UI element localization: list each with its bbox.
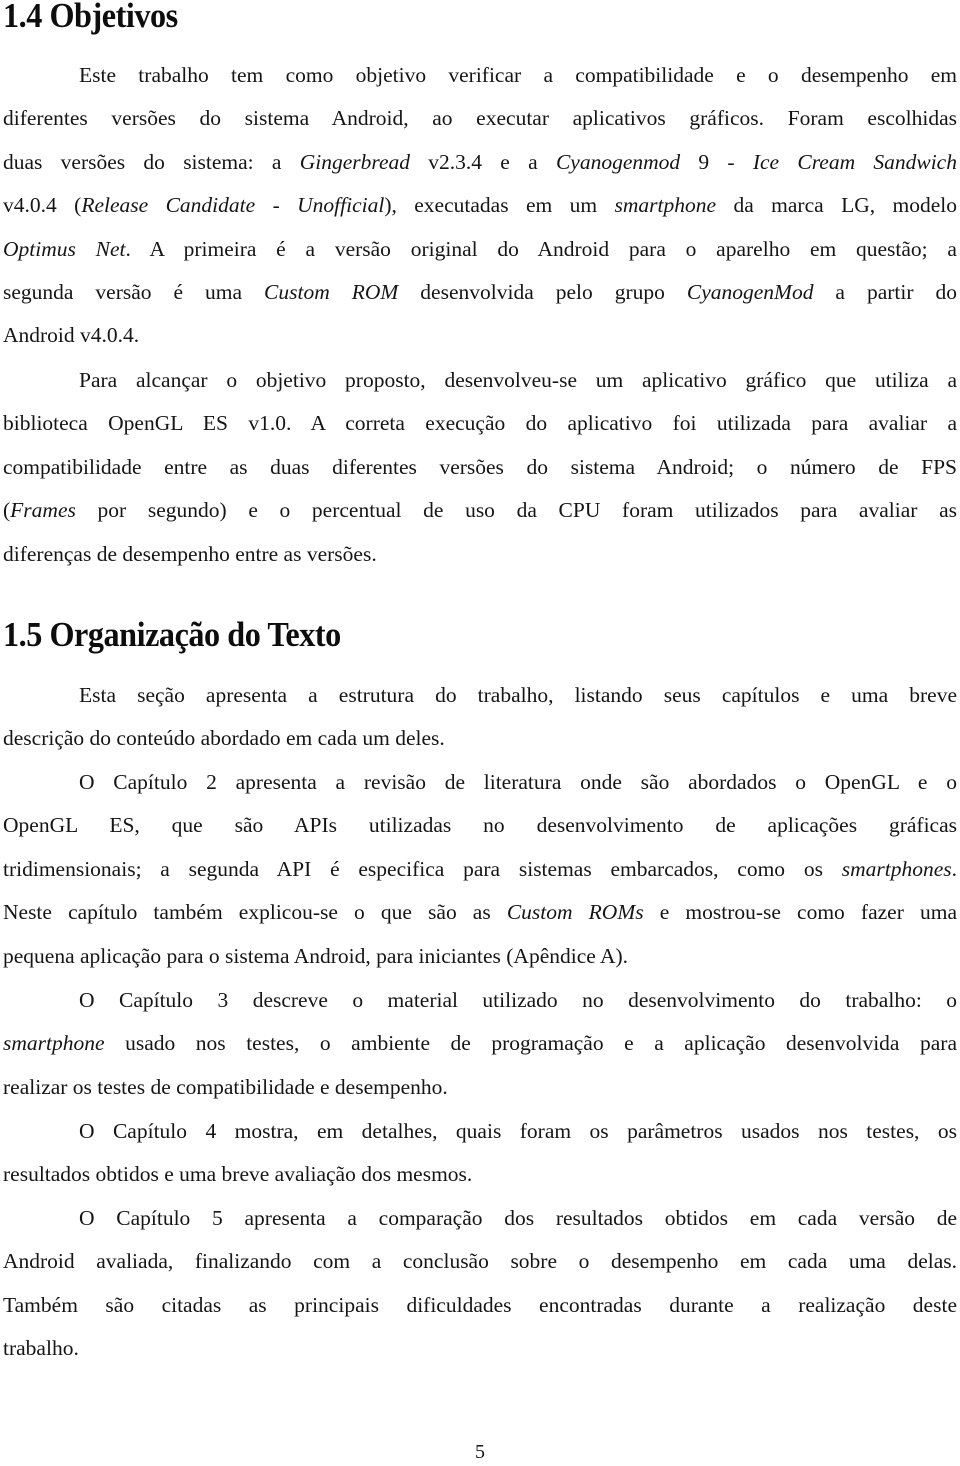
section-heading-organizacao: 1.5 Organização do Texto: [3, 615, 341, 654]
text-run: Para alcançar o objetivo proposto, desen…: [79, 368, 957, 392]
text-line: Esta seção apresenta a estrutura do trab…: [79, 680, 957, 710]
text-line: descrição do conteúdo abordado em cada u…: [3, 723, 957, 753]
text-run: . A primeira é a versão original do Andr…: [125, 236, 957, 261]
text-run: O Capítulo 4 mostra, em detalhes, quais …: [79, 1119, 957, 1143]
text-run: Neste capítulo também explicou-se o que …: [3, 900, 507, 925]
text-run: trabalho.: [3, 1336, 79, 1361]
text-run: O Capítulo 5 apresenta a comparação dos …: [79, 1206, 957, 1230]
italic-term: smartphones: [841, 856, 952, 881]
text-run: .: [951, 856, 957, 881]
text-run: ), executadas em um: [384, 193, 615, 218]
text-run: -: [255, 193, 298, 218]
text-line: segunda versão é uma Custom ROM desenvol…: [3, 277, 957, 307]
text-line: duas versões do sistema: a Gingerbread v…: [3, 147, 957, 177]
italic-term: Cyanogenmod: [555, 149, 681, 174]
text-run: resultados obtidos e uma breve avaliação…: [3, 1162, 473, 1187]
text-run: Este trabalho tem como objetivo verifica…: [79, 63, 957, 87]
text-line: Este trabalho tem como objetivo verifica…: [79, 60, 957, 90]
text-line: OpenGL ES, que são APIs utilizadas no de…: [3, 810, 957, 840]
text-line: Android avaliada, finalizando com a conc…: [3, 1246, 957, 1276]
text-run: Também são citadas as principais dificul…: [3, 1292, 957, 1317]
text-run: Esta seção apresenta a estrutura do trab…: [79, 683, 957, 707]
text-line: tridimensionais; a segunda API é especif…: [3, 854, 957, 884]
text-run: por segundo) e o percentual de uso da CP…: [75, 498, 957, 523]
text-line: diferentes versões do sistema Android, a…: [3, 103, 957, 133]
italic-term: smartphone: [614, 193, 717, 218]
text-run: compatibilidade entre as duas diferentes…: [3, 454, 957, 479]
text-run: tridimensionais; a segunda API é especif…: [3, 856, 842, 881]
text-line: O Capítulo 4 mostra, em detalhes, quais …: [79, 1116, 957, 1146]
text-line: Android v4.0.4.: [3, 320, 957, 350]
italic-term: Custom ROMs: [506, 900, 644, 925]
text-run: desenvolvida pelo grupo: [398, 280, 687, 304]
text-line: O Capítulo 5 apresenta a comparação dos …: [79, 1203, 957, 1233]
text-line: (Frames por segundo) e o percentual de u…: [3, 495, 957, 525]
text-run: biblioteca OpenGL ES v1.0. A correta exe…: [3, 411, 957, 436]
document-page: 1.4 Objetivos Este trabalho tem como obj…: [0, 0, 960, 1466]
text-run: 9 -: [680, 149, 753, 174]
text-run: segunda versão é uma: [3, 280, 265, 304]
italic-term: Ice Cream Sandwich: [752, 149, 957, 174]
text-run: OpenGL ES, que são APIs utilizadas no de…: [3, 813, 957, 838]
text-run: O Capítulo 2 apresenta a revisão de lite…: [79, 770, 957, 794]
text-line: diferenças de desempenho entre as versõe…: [3, 539, 957, 569]
text-line: smartphone usado nos testes, o ambiente …: [3, 1028, 957, 1058]
text-line: O Capítulo 3 descreve o material utiliza…: [79, 985, 957, 1015]
text-run: usado nos testes, o ambiente de programa…: [104, 1031, 957, 1056]
text-run: v4.0.4 (: [3, 193, 82, 218]
text-run: diferentes versões do sistema Android, a…: [3, 106, 957, 131]
text-line: O Capítulo 2 apresenta a revisão de lite…: [79, 767, 957, 797]
text-run: realizar os testes de compatibilidade e …: [3, 1074, 448, 1099]
text-line: Também são citadas as principais dificul…: [3, 1290, 957, 1320]
text-line: realizar os testes de compatibilidade e …: [3, 1072, 957, 1102]
text-line: resultados obtidos e uma breve avaliação…: [3, 1159, 957, 1189]
text-run: da marca LG, modelo: [716, 193, 958, 218]
text-line: compatibilidade entre as duas diferentes…: [3, 452, 957, 482]
text-line: Para alcançar o objetivo proposto, desen…: [79, 365, 957, 395]
text-line: Neste capítulo também explicou-se o que …: [3, 897, 957, 927]
italic-term: Frames: [10, 498, 76, 523]
text-line: v4.0.4 (Release Candidate - Unofficial),…: [3, 190, 957, 220]
text-run: Android avaliada, finalizando com a conc…: [3, 1249, 957, 1274]
text-run: a partir do: [813, 280, 957, 304]
section-heading-objetivos: 1.4 Objetivos: [3, 0, 178, 35]
italic-term: Gingerbread: [299, 149, 411, 174]
text-run: pequena aplicação para o sistema Android…: [3, 943, 629, 968]
italic-term: Release Candidate: [81, 193, 256, 218]
text-run: e mostrou-se como fazer uma: [643, 900, 957, 925]
text-line: Optimus Net. A primeira é a versão origi…: [3, 234, 957, 264]
text-run: Android v4.0.4.: [3, 323, 140, 348]
italic-term: Optimus Net: [3, 236, 126, 261]
italic-term: CyanogenMod: [686, 280, 814, 304]
italic-term: Unofficial: [297, 193, 385, 218]
text-line: trabalho.: [3, 1333, 957, 1363]
text-run: descrição do conteúdo abordado em cada u…: [3, 726, 445, 751]
text-line: biblioteca OpenGL ES v1.0. A correta exe…: [3, 408, 957, 438]
text-run: diferenças de desempenho entre as versõe…: [3, 541, 377, 566]
text-run: O Capítulo 3 descreve o material utiliza…: [79, 988, 957, 1012]
text-run: v2.3.4 e a: [410, 149, 556, 174]
page-number: 5: [475, 1441, 485, 1463]
italic-term: Custom ROM: [264, 280, 399, 304]
text-run: duas versões do sistema: a: [3, 149, 300, 174]
text-line: pequena aplicação para o sistema Android…: [3, 941, 957, 971]
italic-term: smartphone: [3, 1031, 105, 1056]
